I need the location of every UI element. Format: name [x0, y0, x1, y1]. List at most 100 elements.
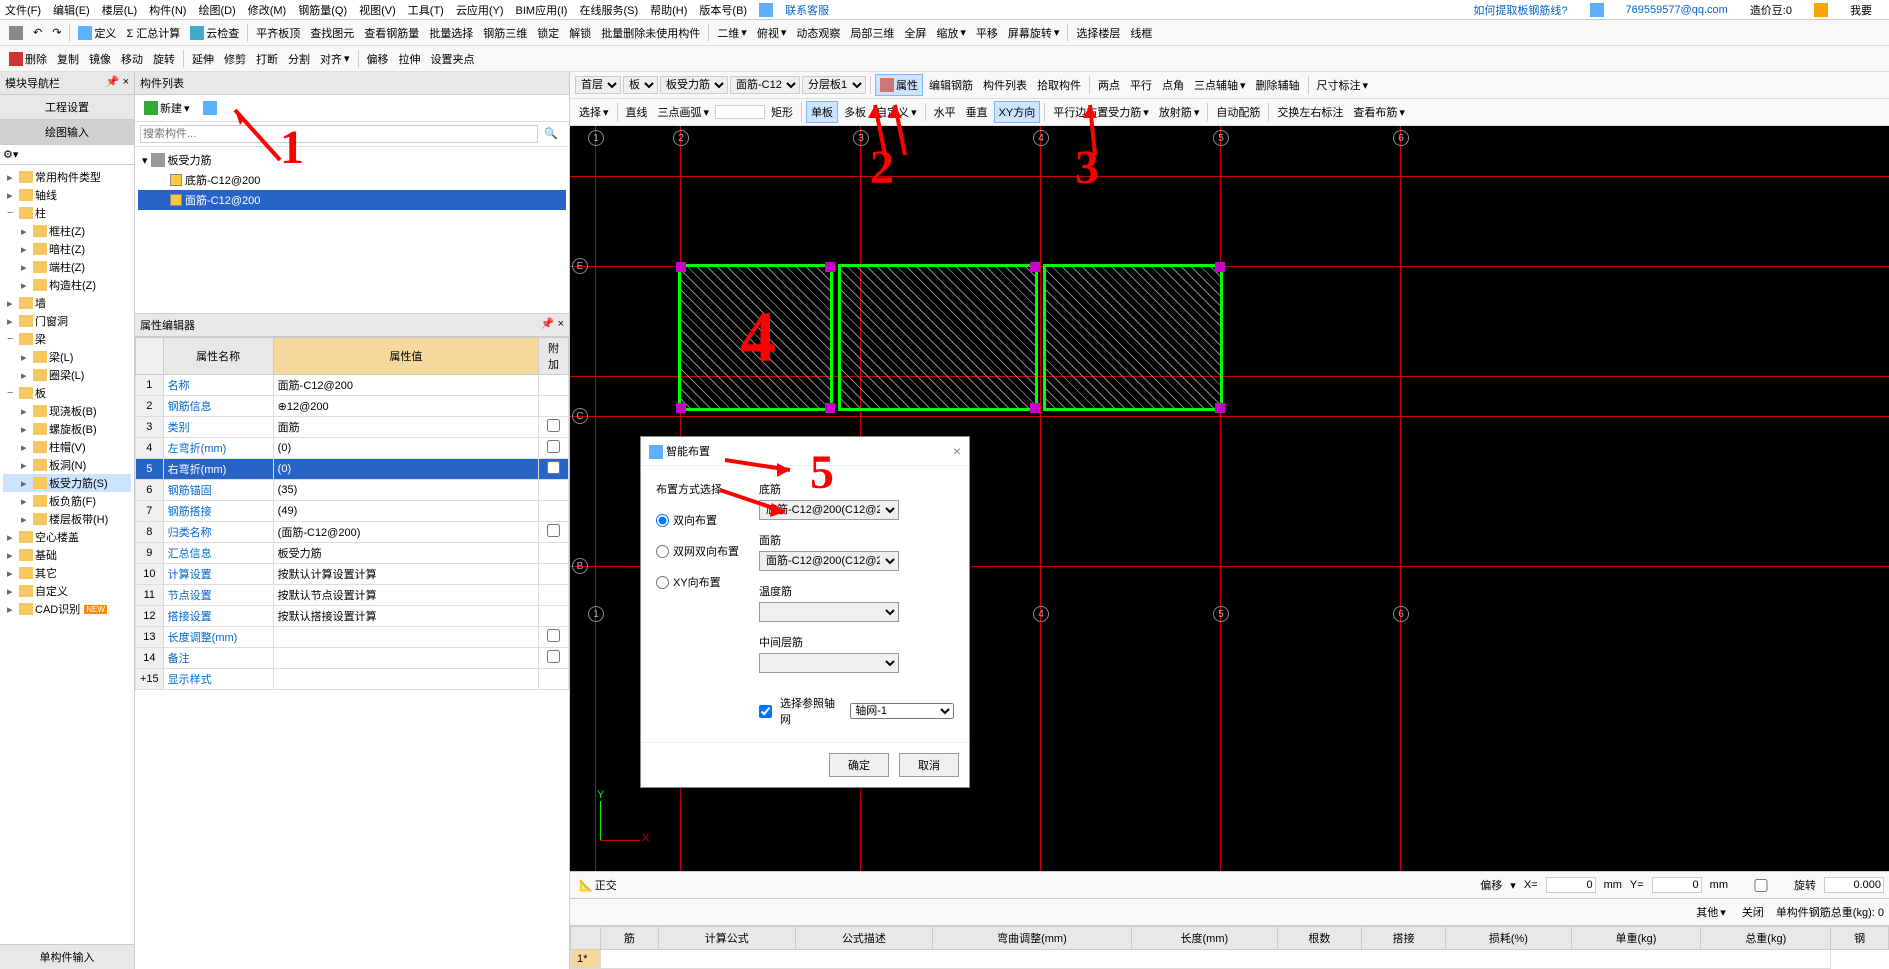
break-button[interactable]: 打断: [252, 49, 282, 69]
line-button[interactable]: 直线: [622, 102, 652, 122]
nav-item[interactable]: −板: [3, 384, 131, 402]
nav-item[interactable]: ▸板负筋(F): [3, 492, 131, 510]
nav-pin-icon[interactable]: 📌 ×: [106, 75, 129, 91]
menu-view[interactable]: 视图(V): [359, 2, 396, 18]
menu-floor[interactable]: 楼层(L): [102, 2, 137, 18]
menu-component[interactable]: 构件(N): [149, 2, 186, 18]
menu-version[interactable]: 版本号(B): [699, 2, 747, 18]
nav-item[interactable]: ▸楼层板带(H): [3, 510, 131, 528]
floor-select[interactable]: 首层: [575, 76, 621, 94]
trim-button[interactable]: 修剪: [220, 49, 250, 69]
custom-button[interactable]: 自定义▾: [872, 102, 921, 122]
parallel-button[interactable]: 平行: [1126, 75, 1156, 95]
two-point-button[interactable]: 两点: [1094, 75, 1124, 95]
find-elem-button[interactable]: 查找图元: [306, 23, 358, 43]
top-rebar-select[interactable]: 面筋-C12@200(C12@200): [759, 551, 899, 571]
slab-2[interactable]: [838, 264, 1038, 411]
nav-item[interactable]: ▸基础: [3, 546, 131, 564]
nav-item[interactable]: ▸门窗洞: [3, 312, 131, 330]
tree-root[interactable]: ▾板受力筋: [138, 150, 566, 170]
select-floor-button[interactable]: 选择楼层: [1072, 23, 1124, 43]
top-view-button[interactable]: 俯视▾: [753, 23, 791, 43]
nav-item[interactable]: ▸墙: [3, 294, 131, 312]
nav-item[interactable]: ▸其它: [3, 564, 131, 582]
prop-row[interactable]: 10计算设置按默认计算设置计算: [136, 564, 569, 585]
menu-draw[interactable]: 绘图(D): [198, 2, 235, 18]
nav-item[interactable]: ▸轴线: [3, 186, 131, 204]
prop-row[interactable]: 2钢筋信息⊕12@200: [136, 396, 569, 417]
new-doc-button[interactable]: [5, 24, 27, 42]
nav-item[interactable]: ▸柱帽(V): [3, 438, 131, 456]
pan-button[interactable]: 平移: [972, 23, 1002, 43]
menu-file[interactable]: 文件(F): [5, 2, 41, 18]
copy-button[interactable]: 复制: [53, 49, 83, 69]
nav-item[interactable]: −梁: [3, 330, 131, 348]
arc-button[interactable]: 三点画弧▾: [654, 102, 714, 122]
menu-rebar[interactable]: 钢筋量(Q): [298, 2, 347, 18]
2d-button[interactable]: 二维▾: [713, 23, 751, 43]
grip-button[interactable]: 设置夹点: [427, 49, 479, 69]
x-input[interactable]: [1546, 877, 1596, 893]
orbit-button[interactable]: 动态观察: [792, 23, 844, 43]
sum-button[interactable]: Σ 汇总计算: [122, 23, 184, 43]
local-3d-button[interactable]: 局部三维: [846, 23, 898, 43]
opt-bidirectional[interactable]: 双向布置: [656, 512, 739, 528]
prop-row[interactable]: 11节点设置按默认节点设置计算: [136, 585, 569, 606]
menu-help[interactable]: 帮助(H): [650, 2, 687, 18]
menu-tools[interactable]: 工具(T): [408, 2, 444, 18]
pick-button[interactable]: 拾取构件: [1033, 75, 1085, 95]
parallel-edge-button[interactable]: 平行边布置受力筋▾: [1049, 102, 1153, 122]
auto-rebar-button[interactable]: 自动配筋: [1212, 102, 1264, 122]
copy-component-button[interactable]: [199, 99, 221, 117]
nav-tab-project[interactable]: 工程设置: [0, 95, 134, 120]
tree-item-top[interactable]: 面筋-C12@200: [138, 190, 566, 210]
prop-row[interactable]: 9汇总信息板受力筋: [136, 543, 569, 564]
value-input[interactable]: [715, 105, 765, 119]
edit-rebar-button[interactable]: 编辑钢筋: [925, 75, 977, 95]
tree-item-bottom[interactable]: 底筋-C12@200: [138, 170, 566, 190]
nav-item[interactable]: ▸CAD识别NEW: [3, 600, 131, 618]
user-label[interactable]: 769559577@qq.com: [1626, 4, 1728, 16]
stretch-button[interactable]: 拉伸: [395, 49, 425, 69]
search-icon[interactable]: 🔍: [538, 125, 564, 143]
batch-delete-button[interactable]: 批量删除未使用构件: [597, 23, 704, 43]
prop-row[interactable]: 4左弯折(mm)(0): [136, 438, 569, 459]
menu-edit[interactable]: 编辑(E): [53, 2, 90, 18]
delete-button[interactable]: 删除: [5, 49, 51, 69]
ortho-button[interactable]: 📐正交: [575, 875, 621, 895]
three-point-aux-button[interactable]: 三点辅轴▾: [1190, 75, 1250, 95]
horizontal-button[interactable]: 水平: [930, 102, 960, 122]
offset-button[interactable]: 偏移: [363, 49, 393, 69]
layer-select[interactable]: 分层板1: [802, 76, 866, 94]
nav-item[interactable]: ▸螺旋板(B): [3, 420, 131, 438]
nav-item[interactable]: ▸常用构件类型: [3, 168, 131, 186]
subtype-select[interactable]: 板受力筋: [660, 76, 728, 94]
prop-row[interactable]: 3类别面筋: [136, 417, 569, 438]
nav-item[interactable]: ▸框柱(Z): [3, 222, 131, 240]
prop-pin-icon[interactable]: 📌 ×: [541, 317, 564, 333]
component-select[interactable]: 面筋-C12: [730, 76, 800, 94]
menu-bim[interactable]: BIM应用(I): [516, 2, 568, 18]
y-input[interactable]: [1652, 877, 1702, 893]
property-button[interactable]: 属性: [875, 74, 923, 96]
opt-double-net[interactable]: 双网双向布置: [656, 543, 739, 559]
align-slab-button[interactable]: 平齐板顶: [252, 23, 304, 43]
screen-rotate-button[interactable]: 屏幕旋转▾: [1004, 23, 1064, 43]
define-button[interactable]: 定义: [74, 23, 120, 43]
mid-rebar-select[interactable]: [759, 653, 899, 673]
nav-item[interactable]: ▸构造柱(Z): [3, 276, 131, 294]
fullscreen-button[interactable]: 全屏: [900, 23, 930, 43]
bottom-rebar-select[interactable]: 底筋-C12@200(C12@200): [759, 500, 899, 520]
rebar-3d-button[interactable]: 钢筋三维: [479, 23, 531, 43]
align-button[interactable]: 对齐▾: [316, 49, 354, 69]
prop-row[interactable]: 7钢筋搭接(49): [136, 501, 569, 522]
nav-item[interactable]: −柱: [3, 204, 131, 222]
nav-item[interactable]: ▸板洞(N): [3, 456, 131, 474]
nav-item[interactable]: ▸自定义: [3, 582, 131, 600]
nav-tab-draw[interactable]: 绘图输入: [0, 120, 134, 145]
del-aux-button[interactable]: 删除辅轴: [1252, 75, 1304, 95]
cloud-check-button[interactable]: 云检查: [186, 23, 243, 43]
radial-button[interactable]: 放射筋▾: [1155, 102, 1204, 122]
nav-footer-button[interactable]: 单构件输入: [0, 944, 134, 969]
prop-row[interactable]: 13长度调整(mm): [136, 627, 569, 648]
